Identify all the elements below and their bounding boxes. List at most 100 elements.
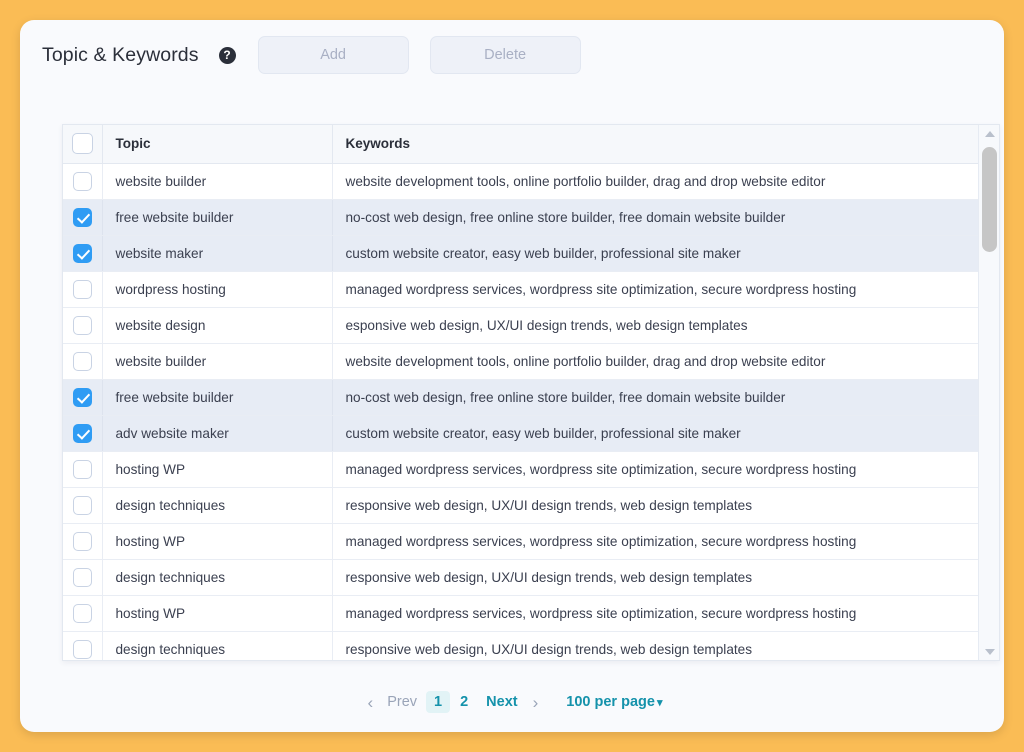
table-header-row: Topic Keywords [63,125,978,164]
column-header-topic[interactable]: Topic [101,125,332,164]
table-row[interactable]: hosting WP managed wordpress services, wo… [63,595,978,632]
row-checkbox-cell [63,631,102,660]
table-body: website builder website development tools… [63,163,978,660]
select-all-checkbox[interactable] [71,133,93,155]
table-scroll-viewport: Topic Keywords website builder website de… [63,125,978,660]
page-number-2[interactable]: 2 [452,691,476,713]
topic-keywords-card: Topic & Keywords ? Add Delete Topic Keyw… [20,20,1004,732]
next-chevron-icon[interactable]: › [527,694,545,711]
triangle-up-icon[interactable] [979,125,999,142]
question-mark-icon[interactable]: ? [218,46,236,64]
cell-topic[interactable]: hosting WP [101,451,332,488]
cell-topic[interactable]: hosting WP [101,595,332,632]
cell-keywords[interactable]: website development tools, online portfo… [331,163,978,200]
table-row[interactable]: free website builder no-cost web design, … [63,379,978,416]
cell-topic[interactable]: free website builder [101,379,332,416]
cell-topic[interactable]: design techniques [101,559,332,596]
card-header: Topic & Keywords ? Add Delete [20,20,1004,90]
table-vertical-scrollbar[interactable] [978,125,999,660]
cell-keywords[interactable]: custom website creator, easy web builder… [331,235,978,272]
cell-keywords[interactable]: custom website creator, easy web builder… [331,415,978,452]
cell-topic[interactable]: design techniques [101,631,332,660]
pagination: ‹ Prev 1 2 Next › 100 per page ▾ [20,682,1004,722]
cell-topic[interactable]: website maker [101,235,332,272]
topic-keywords-table-container: Topic Keywords website builder website de… [62,124,1000,661]
per-page-label: 100 per page [566,694,655,710]
table-row[interactable]: free website builder no-cost web design, … [63,199,978,236]
cell-keywords[interactable]: managed wordpress services, wordpress si… [331,271,978,308]
row-checkbox-cell [63,523,102,560]
cell-topic[interactable]: free website builder [101,199,332,236]
row-checkbox[interactable] [72,639,92,659]
table-row[interactable]: design techniques responsive web design, … [63,631,978,660]
row-checkbox[interactable] [72,459,92,479]
table-header: Topic Keywords [63,125,978,164]
table-row[interactable]: hosting WP managed wordpress services, wo… [63,523,978,560]
select-all-header-cell [63,125,102,164]
prev-page-button[interactable]: Prev [379,694,425,710]
row-checkbox-cell [63,595,102,632]
cell-topic[interactable]: website builder [101,343,332,380]
row-checkbox[interactable] [72,567,92,587]
scrollbar-thumb[interactable] [982,147,997,252]
cell-keywords[interactable]: managed wordpress services, wordpress si… [331,595,978,632]
row-checkbox-cell [63,163,102,200]
cell-keywords[interactable]: no-cost web design, free online store bu… [331,199,978,236]
row-checkbox-cell [63,451,102,488]
add-button[interactable]: Add [257,36,409,74]
row-checkbox-cell [63,199,102,236]
cell-topic[interactable]: hosting WP [101,523,332,560]
table-row[interactable]: hosting WP managed wordpress services, wo… [63,451,978,488]
row-checkbox-cell [63,415,102,452]
row-checkbox[interactable] [72,387,92,407]
cell-keywords[interactable]: responsive web design, UX/UI design tren… [331,559,978,596]
table-row[interactable]: website builder website development tools… [63,343,978,380]
topic-keywords-table: Topic Keywords website builder website de… [63,125,978,660]
cell-topic[interactable]: adv website maker [101,415,332,452]
row-checkbox-cell [63,559,102,596]
cell-topic[interactable]: wordpress hosting [101,271,332,308]
next-page-button[interactable]: Next [477,694,526,710]
cell-topic[interactable]: website design [101,307,332,344]
cell-keywords[interactable]: responsive web design, UX/UI design tren… [331,631,978,660]
table-row[interactable]: design techniques responsive web design, … [63,487,978,524]
row-checkbox[interactable] [72,315,92,335]
row-checkbox[interactable] [72,423,92,443]
row-checkbox[interactable] [72,495,92,515]
chevron-down-icon: ▾ [656,697,663,709]
delete-button[interactable]: Delete [429,36,581,74]
cell-keywords[interactable]: managed wordpress services, wordpress si… [331,523,978,560]
row-checkbox-cell [63,307,102,344]
table-row[interactable]: design techniques responsive web design, … [63,559,978,596]
cell-keywords[interactable]: no-cost web design, free online store bu… [331,379,978,416]
row-checkbox[interactable] [72,243,92,263]
per-page-selector[interactable]: 100 per page ▾ [566,694,662,710]
row-checkbox-cell [63,379,102,416]
table-row[interactable]: website design esponsive web design, UX/U… [63,307,978,344]
triangle-down-icon[interactable] [979,643,999,660]
cell-keywords[interactable]: website development tools, online portfo… [331,343,978,380]
row-checkbox[interactable] [72,207,92,227]
table-row[interactable]: wordpress hosting managed wordpress servi… [63,271,978,308]
row-checkbox-cell [63,343,102,380]
row-checkbox[interactable] [72,603,92,623]
table-row[interactable]: website builder website development tools… [63,163,978,200]
row-checkbox[interactable] [72,279,92,299]
cell-keywords[interactable]: responsive web design, UX/UI design tren… [331,487,978,524]
page-title: Topic & Keywords [42,43,199,66]
row-checkbox[interactable] [72,531,92,551]
row-checkbox[interactable] [72,351,92,371]
cell-keywords[interactable]: managed wordpress services, wordpress si… [331,451,978,488]
cell-topic[interactable]: website builder [101,163,332,200]
table-row[interactable]: adv website maker custom website creator,… [63,415,978,452]
row-checkbox[interactable] [72,171,92,191]
row-checkbox-cell [63,235,102,272]
table-row[interactable]: website maker custom website creator, eas… [63,235,978,272]
page-number-1[interactable]: 1 [426,691,451,713]
cell-topic[interactable]: design techniques [101,487,332,524]
row-checkbox-cell [63,271,102,308]
cell-keywords[interactable]: esponsive web design, UX/UI design trend… [331,307,978,344]
row-checkbox-cell [63,487,102,524]
column-header-keywords[interactable]: Keywords [331,125,978,164]
prev-chevron-icon[interactable]: ‹ [362,694,380,711]
